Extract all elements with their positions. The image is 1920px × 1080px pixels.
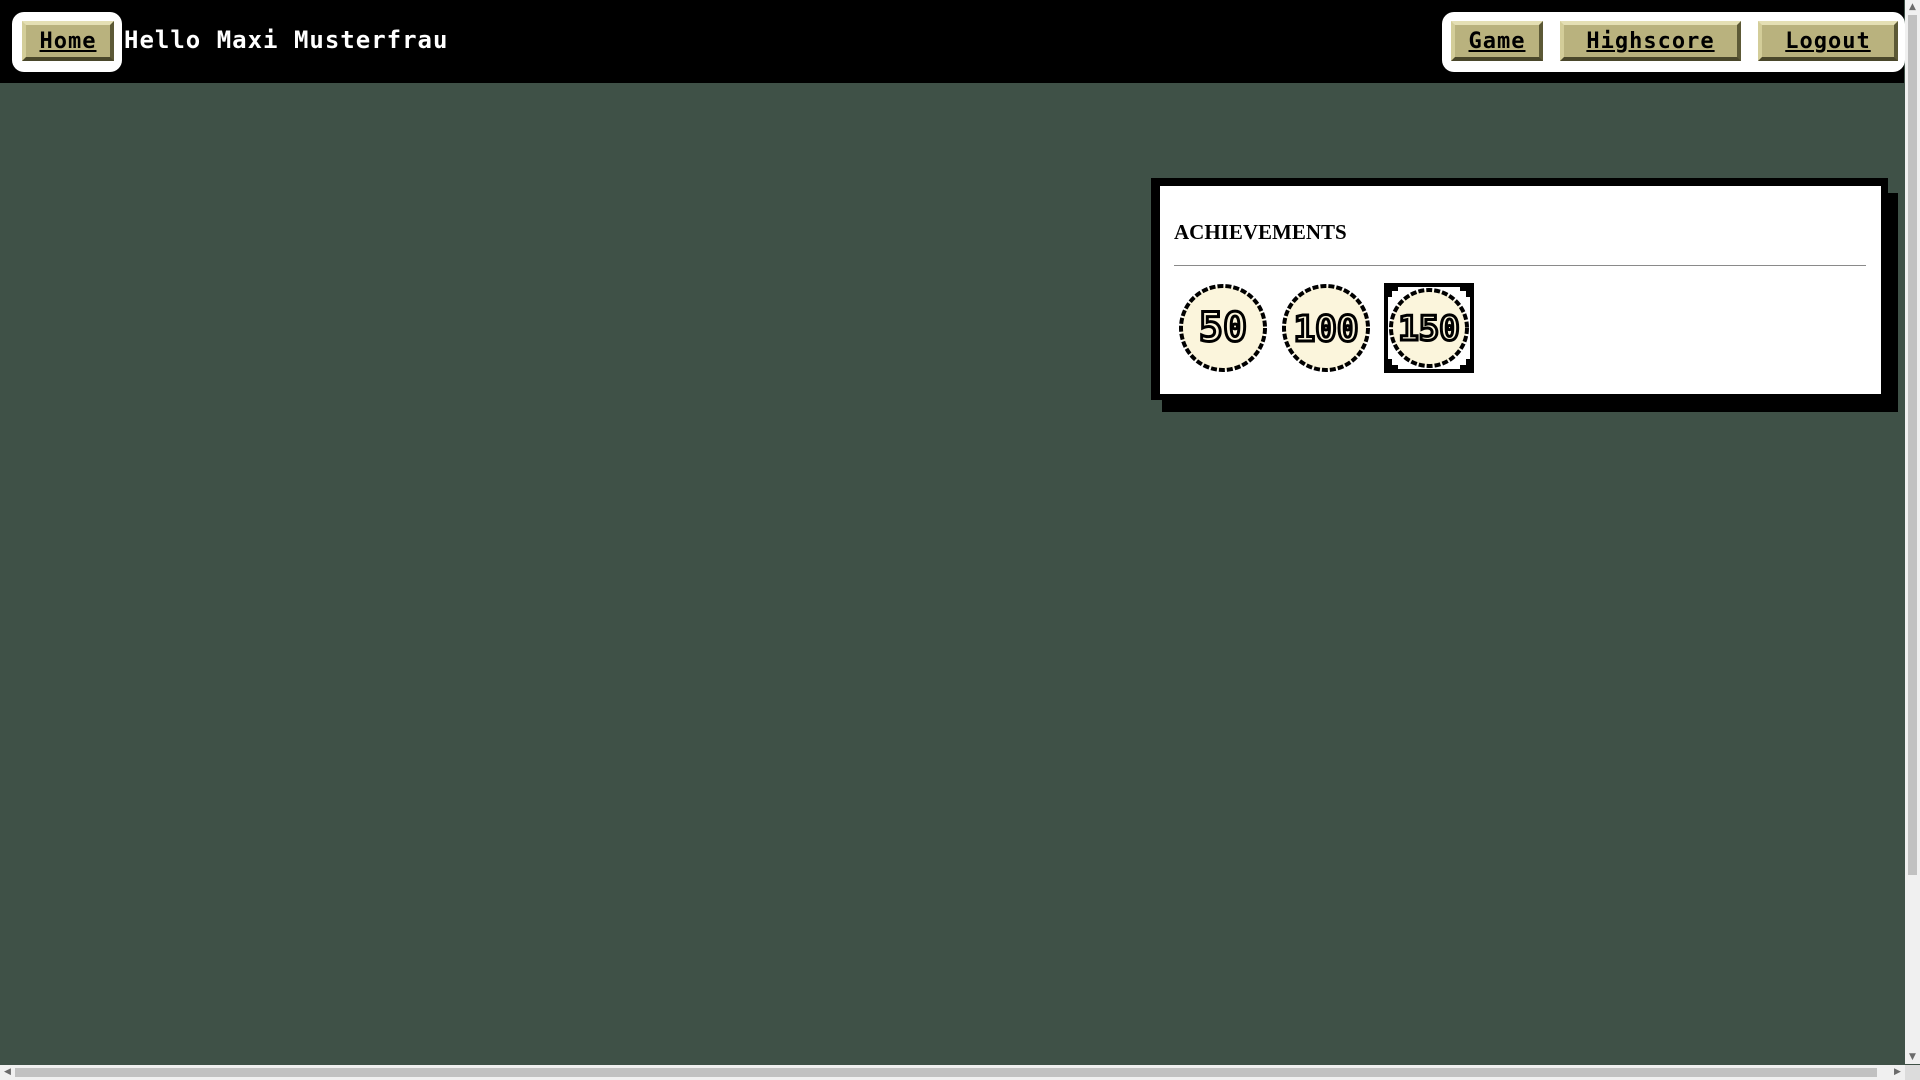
game-button[interactable]: Game <box>1451 21 1543 61</box>
scroll-left-icon[interactable]: ◀ <box>0 1065 15 1080</box>
coin-150-label: 150 <box>1398 309 1459 349</box>
achievements-divider <box>1174 265 1866 266</box>
coin-50-label: 50 <box>1199 305 1247 351</box>
home-button[interactable]: Home <box>22 21 114 61</box>
nav-buttons-container: Game Highscore Logout <box>1442 12 1905 72</box>
highscore-button[interactable]: Highscore <box>1560 21 1741 61</box>
coin-150-icon[interactable]: 150 <box>1384 283 1474 373</box>
greeting-text: Hello Maxi Musterfrau <box>124 26 449 54</box>
scroll-up-icon[interactable]: ▲ <box>1905 0 1920 15</box>
coin-50-icon[interactable]: 50 <box>1178 283 1268 373</box>
achievements-title: ACHIEVEMENTS <box>1174 220 1347 244</box>
logout-button[interactable]: Logout <box>1758 21 1898 61</box>
top-nav-bar: Home Hello Maxi Musterfrau Game Highscor… <box>0 0 1905 83</box>
scroll-right-icon[interactable]: ▶ <box>1890 1065 1905 1080</box>
scrollbar-corner <box>1905 1065 1920 1080</box>
home-button-container: Home <box>12 12 122 72</box>
scroll-down-icon[interactable]: ▼ <box>1905 1050 1920 1065</box>
coin-100-label: 100 <box>1293 309 1358 350</box>
coin-100-icon[interactable]: 100 <box>1281 283 1371 373</box>
achievements-card <box>1160 186 1881 394</box>
vertical-scroll-thumb[interactable] <box>1908 15 1917 875</box>
horizontal-scroll-thumb[interactable] <box>15 1068 1877 1077</box>
